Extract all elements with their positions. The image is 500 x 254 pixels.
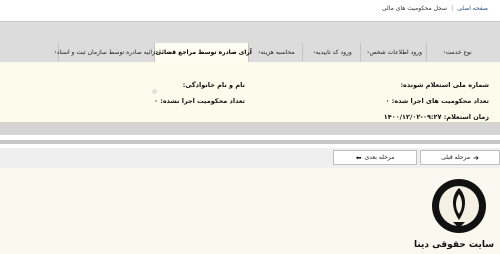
redaction-dot — [152, 89, 157, 94]
separator-line — [0, 140, 500, 144]
tab-judicial-verdicts[interactable]: آرای صادره توسط مراجع قضائی ‹ — [153, 43, 252, 62]
site-title: سایت حقوقی دینا — [414, 240, 495, 250]
arrow-left-icon: ⬅ — [355, 153, 362, 162]
tab-label: نوع خدمت — [445, 49, 472, 56]
top-bar: صفحه اصلی | سجل محکومیت های مالی — [0, 0, 500, 22]
chevron-left-icon: ‹ — [443, 49, 446, 56]
chevron-left-icon: ‹ — [313, 49, 316, 56]
step-tabs: نوع خدمت ‹ ورود اطلاعات شخص ‹ ورود کد تایی… — [54, 43, 486, 62]
tab-label: آرای صادره توسط مراجع قضائی — [155, 49, 252, 56]
arrow-right-icon: ➜ — [473, 153, 479, 162]
tab-registry-writs[interactable]: اجرائیه صادره توسط سازمان ثبت و اسناد ‹ — [54, 43, 161, 62]
separator-bar — [0, 123, 500, 135]
full-name-label: نام و نام خانوادگی: — [182, 81, 245, 89]
tab-label: محاسبه هزینه — [260, 49, 295, 56]
national-id-label: شماره ملی استعلام شونده: — [400, 81, 489, 89]
not-executed-count-label: تعداد محکومیت اجرا نشده: ۰ — [153, 97, 245, 105]
tab-label: اجرائیه صادره توسط سازمان ثبت و اسناد — [56, 49, 161, 56]
inquiry-time-label: زمان استعلام: ۰۹:۲۷-۱۴۰۰/۱۲/۰۲ — [383, 113, 489, 121]
tab-service-type[interactable]: نوع خدمت ‹ — [426, 43, 486, 62]
chevron-left-icon: ‹ — [54, 49, 57, 56]
chevron-left-icon: ‹ — [367, 49, 370, 56]
chevron-left-icon: ‹ — [258, 49, 261, 56]
tab-label: ورود اطلاعات شخص — [369, 49, 422, 56]
breadcrumb-home-link[interactable]: صفحه اصلی — [457, 5, 488, 12]
breadcrumb-separator: | — [451, 5, 454, 12]
previous-step-button[interactable]: ➜ مرحله قبلی — [420, 150, 500, 165]
tab-verification-code[interactable]: ورود کد تاییدیه ‹ — [302, 43, 360, 62]
tab-person-info[interactable]: ورود اطلاعات شخص ‹ — [360, 43, 426, 62]
previous-step-label: مرحله قبلی — [441, 154, 471, 161]
executed-count-label: تعداد محکومیت های اجرا شده: ۰ — [385, 97, 489, 105]
tab-label: ورود کد تاییدیه — [315, 49, 352, 56]
next-step-button[interactable]: مرحله بعدی ⬅ — [333, 150, 417, 165]
site-logo-icon — [432, 179, 486, 233]
breadcrumb: صفحه اصلی | سجل محکومیت های مالی — [382, 5, 488, 12]
tab-cost-calculation[interactable]: محاسبه هزینه ‹ — [248, 43, 302, 62]
next-step-label: مرحله بعدی — [364, 154, 395, 161]
breadcrumb-current: سجل محکومیت های مالی — [381, 5, 448, 12]
